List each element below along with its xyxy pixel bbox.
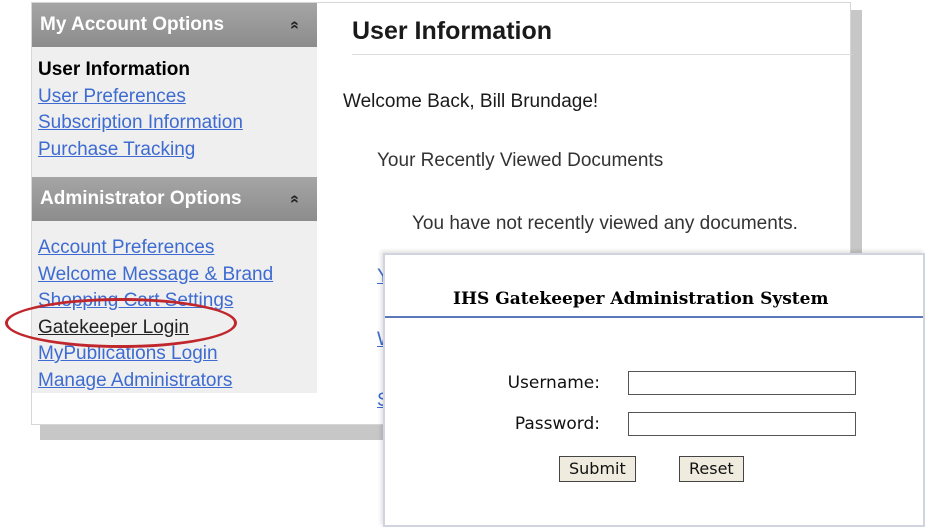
dialog-title: IHS Gatekeeper Administration System <box>453 289 829 309</box>
dialog-divider <box>385 316 923 318</box>
collapse-icon[interactable]: » <box>286 195 304 204</box>
collapse-icon[interactable]: » <box>286 21 304 30</box>
sidebar-item-account-preferences[interactable]: Account Preferences <box>38 237 214 258</box>
sidebar-item-user-preferences[interactable]: User Preferences <box>38 86 186 107</box>
sidebar-header-account[interactable]: My Account Options » <box>32 3 317 47</box>
highlight-ellipse <box>5 298 237 348</box>
recent-documents-title: Your Recently Viewed Documents <box>377 150 664 171</box>
account-nav-list: User Information User Preferences Subscr… <box>32 47 317 171</box>
welcome-message: Welcome Back, Bill Brundage! <box>343 91 599 112</box>
reset-button[interactable]: Reset <box>679 456 744 482</box>
sidebar-item-subscription-information[interactable]: Subscription Information <box>38 112 243 133</box>
submit-button[interactable]: Submit <box>559 456 636 482</box>
sidebar-header-admin[interactable]: Administrator Options » <box>32 177 317 221</box>
sidebar-item-manage-administrators[interactable]: Manage Administrators <box>38 370 232 391</box>
username-row: Username: <box>385 371 856 395</box>
sidebar-header-admin-title: Administrator Options <box>40 188 242 209</box>
username-label: Username: <box>507 373 600 393</box>
password-input[interactable] <box>628 412 856 436</box>
gatekeeper-login-dialog: IHS Gatekeeper Administration System Use… <box>383 253 925 527</box>
recent-documents-empty: You have not recently viewed any documen… <box>412 213 798 234</box>
page-title: User Information <box>352 17 852 55</box>
sidebar-header-account-title: My Account Options <box>40 14 225 35</box>
sidebar-item-user-information[interactable]: User Information <box>38 59 190 80</box>
sidebar-item-purchase-tracking[interactable]: Purchase Tracking <box>38 139 195 160</box>
password-label: Password: <box>514 414 600 434</box>
sidebar-item-welcome-message-brand[interactable]: Welcome Message & Brand <box>38 264 273 285</box>
password-row: Password: <box>385 412 856 436</box>
username-input[interactable] <box>628 371 856 395</box>
